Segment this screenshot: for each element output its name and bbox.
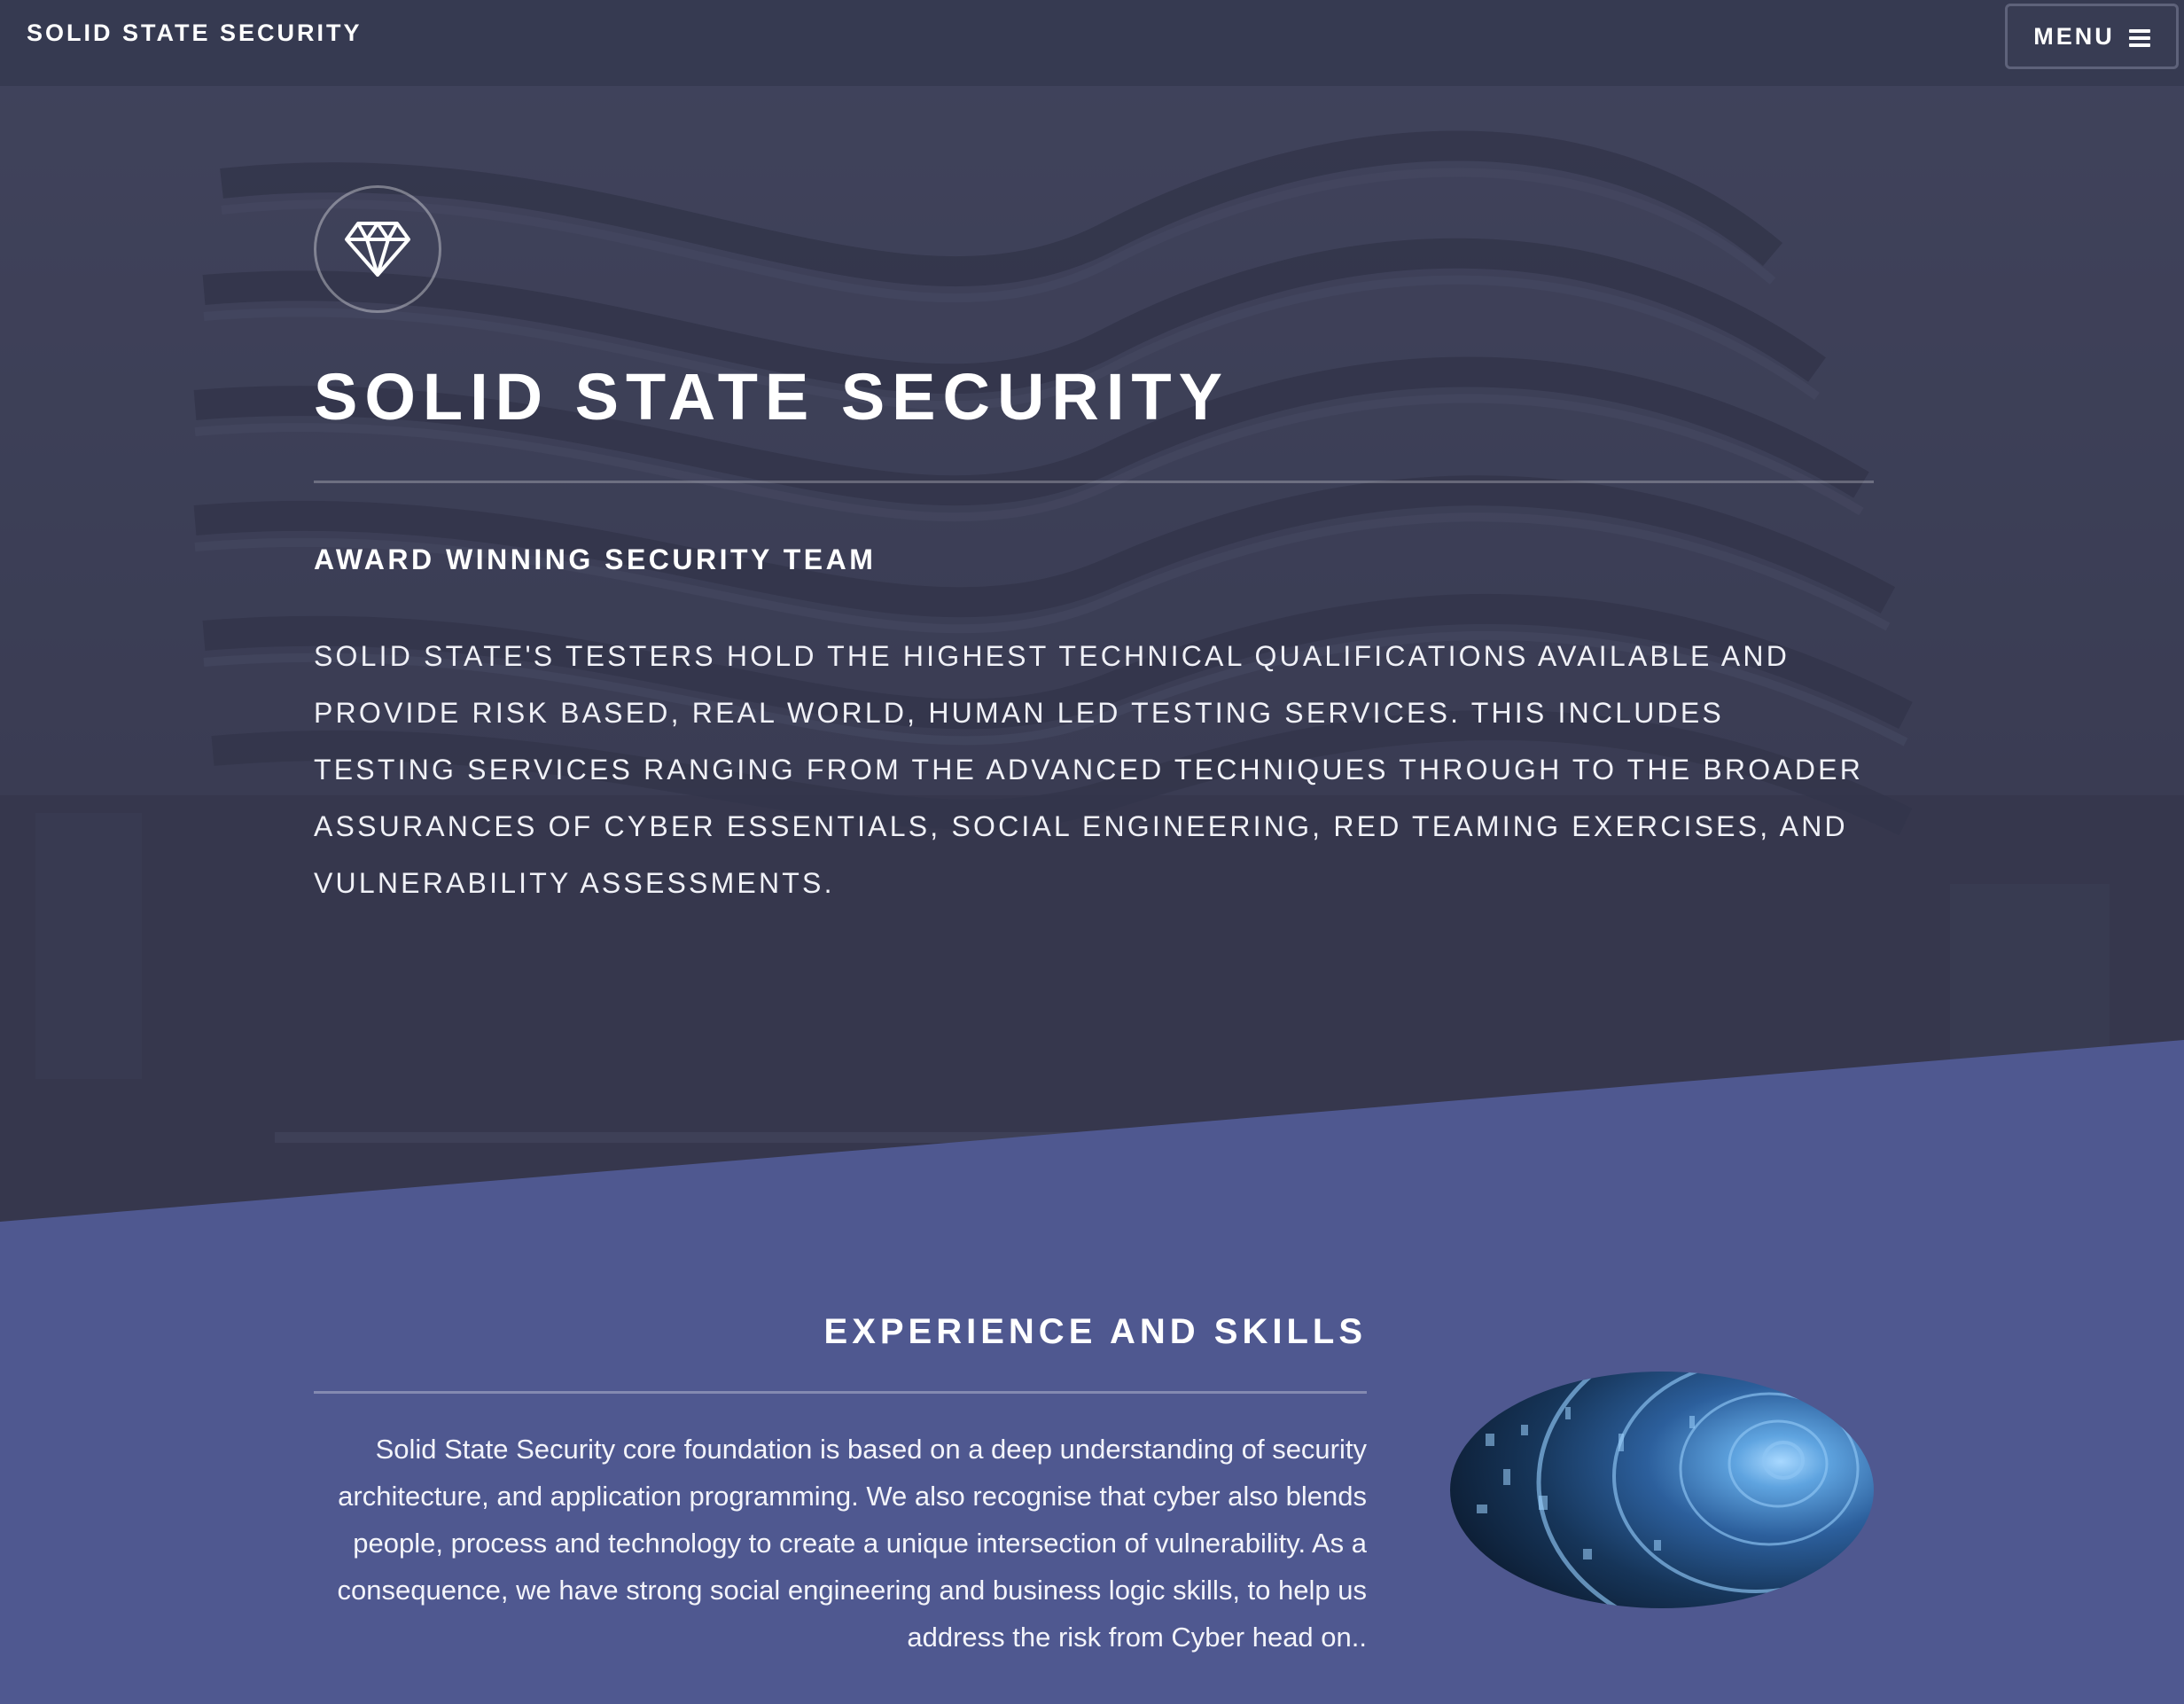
- skills-divider: [314, 1391, 1367, 1394]
- skills-content: EXPERIENCE AND SKILLS Solid State Securi…: [314, 1312, 1367, 1661]
- hero-title: SOLID STATE SECURITY: [314, 360, 1229, 434]
- site-header: SOLID STATE SECURITY MENU: [0, 0, 2184, 86]
- skills-section: EXPERIENCE AND SKILLS Solid State Securi…: [0, 1223, 2184, 1704]
- hero-description: Solid State's testers hold the highest t…: [314, 640, 1864, 900]
- menu-label: MENU: [2033, 22, 2115, 50]
- brand-link[interactable]: SOLID STATE SECURITY: [27, 20, 363, 47]
- skills-description: Solid State Security core foundation is …: [337, 1434, 1368, 1653]
- diamond-icon: [345, 222, 410, 277]
- hero-subtitle: AWARD WINNING SECURITY TEAM: [314, 543, 877, 576]
- skills-title: EXPERIENCE AND SKILLS: [823, 1312, 1367, 1351]
- hamburger-icon: [2128, 29, 2150, 47]
- hero-divider: [314, 481, 1874, 484]
- menu-button[interactable]: MENU: [2005, 4, 2179, 69]
- hero-content: SOLID STATE SECURITY AWARD WINNING SECUR…: [314, 185, 1874, 911]
- logo-badge: [314, 185, 441, 313]
- section-divider-slant: [0, 1040, 2184, 1241]
- cyber-tunnel-image: [1450, 1372, 1874, 1608]
